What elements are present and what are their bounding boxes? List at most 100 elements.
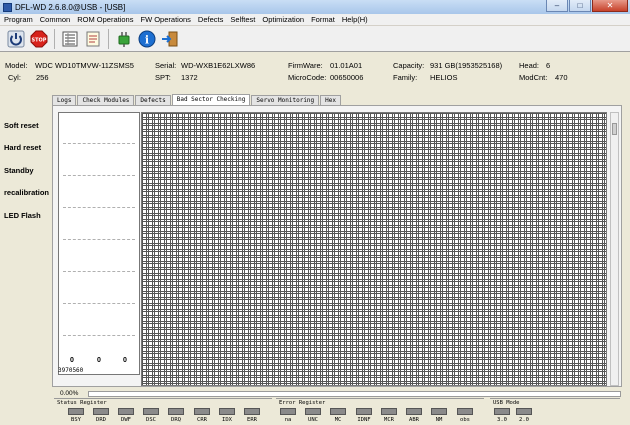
recalibration-button[interactable]: recalibration xyxy=(4,188,49,197)
led-label-mcr: MCR xyxy=(384,417,394,423)
hard-reset-button[interactable]: Hard reset xyxy=(4,143,41,152)
vertical-scrollbar[interactable] xyxy=(610,112,619,386)
legend-row-divider xyxy=(63,335,135,336)
led-label-nm: NM xyxy=(435,417,443,423)
error-register-group: Error Register na UNC MC IDNF MCR ABR NM… xyxy=(276,398,484,425)
led-flash-button[interactable]: LED Flash xyxy=(4,211,41,220)
minimize-button[interactable]: – xyxy=(546,0,568,12)
list-icon[interactable] xyxy=(60,29,80,49)
progress-bar xyxy=(88,391,621,397)
legend-row-divider xyxy=(63,271,135,272)
menu-rom-operations[interactable]: ROM Operations xyxy=(77,15,133,24)
led-abr xyxy=(406,408,422,415)
model-value: WDC WD10TMVW-11ZSMS5 xyxy=(35,61,134,70)
led-idnf xyxy=(356,408,372,415)
soft-reset-button[interactable]: Soft reset xyxy=(4,121,39,130)
serial-value: WD-WXB1E62LXW86 xyxy=(181,61,256,70)
tab-hex[interactable]: Hex xyxy=(320,95,341,105)
toolbar: STOP i xyxy=(0,26,630,52)
menu-bar: Program Common ROM Operations FW Operati… xyxy=(0,14,630,26)
led-idx xyxy=(219,408,235,415)
led-label-bsy: BSY xyxy=(71,417,81,423)
serial-label: Serial: xyxy=(155,61,177,70)
menu-format[interactable]: Format xyxy=(311,15,335,24)
capacity-label: Capacity: xyxy=(393,61,425,70)
led-label-drd: DRD xyxy=(96,417,106,423)
led-label-abr: ABR xyxy=(409,417,419,423)
close-button[interactable]: ✕ xyxy=(592,0,628,12)
led-label-dwf: DWF xyxy=(121,417,131,423)
svg-text:STOP: STOP xyxy=(32,37,47,43)
sector-legend: 0 0 0 xyxy=(58,112,140,375)
tab-servo-monitoring[interactable]: Servo Monitoring xyxy=(251,95,320,105)
tab-bad-sector-checking[interactable]: Bad Sector Checking xyxy=(171,94,251,105)
standby-button[interactable]: Standby xyxy=(4,166,34,175)
menu-help[interactable]: Help(H) xyxy=(342,15,368,24)
firmware-label: FirmWare: xyxy=(288,61,323,70)
status-register-title: Status Register xyxy=(57,400,107,406)
led-bsy xyxy=(68,408,84,415)
microcode-label: MicroCode: xyxy=(288,73,327,82)
notepad-icon[interactable] xyxy=(83,29,103,49)
led-label-unc: UNC xyxy=(308,417,318,423)
led-unc xyxy=(305,408,321,415)
progress-text: 0.00% xyxy=(60,390,79,397)
legend-count-1: 0 xyxy=(70,357,74,364)
tab-logs[interactable]: Logs xyxy=(52,95,77,105)
menu-fw-operations[interactable]: FW Operations xyxy=(140,15,190,24)
app-icon xyxy=(3,2,12,12)
tab-check-modules[interactable]: Check Modules xyxy=(77,95,135,105)
tab-defects[interactable]: Defects xyxy=(135,95,171,105)
led-na xyxy=(280,408,296,415)
menu-selftest[interactable]: Selftest xyxy=(230,15,255,24)
led-usb-2 xyxy=(516,408,532,415)
status-register-group: Status Register BSY DRD DWF DSC DRQ CRR … xyxy=(54,398,272,425)
led-label-idx: IDX xyxy=(222,417,232,423)
cyl-value: 256 xyxy=(36,73,49,82)
usb-mode-title: USB Mode xyxy=(493,400,520,406)
menu-common[interactable]: Common xyxy=(40,15,70,24)
stop-icon[interactable]: STOP xyxy=(29,29,49,49)
menu-defects[interactable]: Defects xyxy=(198,15,223,24)
head-label: Head: xyxy=(519,61,540,70)
firmware-value: 01.01A01 xyxy=(330,61,363,70)
legend-count-3: 0 xyxy=(123,357,127,364)
head-value: 6 xyxy=(546,61,551,70)
window-title: DFL-WD 2.6.8.0@USB - [USB] xyxy=(15,2,126,12)
family-value: HELIOS xyxy=(430,73,458,82)
power-icon[interactable] xyxy=(6,29,26,49)
info-icon[interactable]: i xyxy=(137,29,157,49)
microcode-value: 00650006 xyxy=(330,73,364,82)
cyl-label: Cyl: xyxy=(8,73,21,82)
drive-info: Model: WDC WD10TMVW-11ZSMS5 Serial: WD-W… xyxy=(0,53,630,87)
led-dwf xyxy=(118,408,134,415)
led-label-crr: CRR xyxy=(197,417,207,423)
led-nm xyxy=(431,408,447,415)
sector-grid xyxy=(141,112,607,386)
menu-optimization[interactable]: Optimization xyxy=(262,15,304,24)
led-drd xyxy=(93,408,109,415)
led-label-obs: obs xyxy=(460,417,470,423)
model-label: Model: xyxy=(5,61,28,70)
tab-strip: Logs Check Modules Defects Bad Sector Ch… xyxy=(52,94,342,105)
led-label-err: ERR xyxy=(247,417,257,423)
scrollbar-thumb[interactable] xyxy=(612,123,617,135)
family-label: Family: xyxy=(393,73,418,82)
menu-program[interactable]: Program xyxy=(4,15,33,24)
legend-row-divider xyxy=(63,303,135,304)
usb-mode-group: USB Mode 3.0 2.0 xyxy=(490,398,620,425)
maximize-button[interactable]: □ xyxy=(569,0,591,12)
led-label-drq: DRQ xyxy=(171,417,181,423)
led-label-usb-2: 2.0 xyxy=(519,417,529,423)
title-bar: DFL-WD 2.6.8.0@USB - [USB] – □ ✕ xyxy=(0,0,630,14)
exit-icon[interactable] xyxy=(160,29,180,49)
spt-value: 1372 xyxy=(181,73,198,82)
plug-icon[interactable] xyxy=(114,29,134,49)
register-panel: Status Register BSY DRD DWF DSC DRQ CRR … xyxy=(52,398,622,425)
toolbar-separator xyxy=(108,28,109,49)
led-obs xyxy=(457,408,473,415)
legend-count-2: 0 xyxy=(97,357,101,364)
led-label-mc: MC xyxy=(334,417,342,423)
capacity-value: 931 GB(1953525168) xyxy=(430,61,503,70)
legend-row-divider xyxy=(63,143,135,144)
